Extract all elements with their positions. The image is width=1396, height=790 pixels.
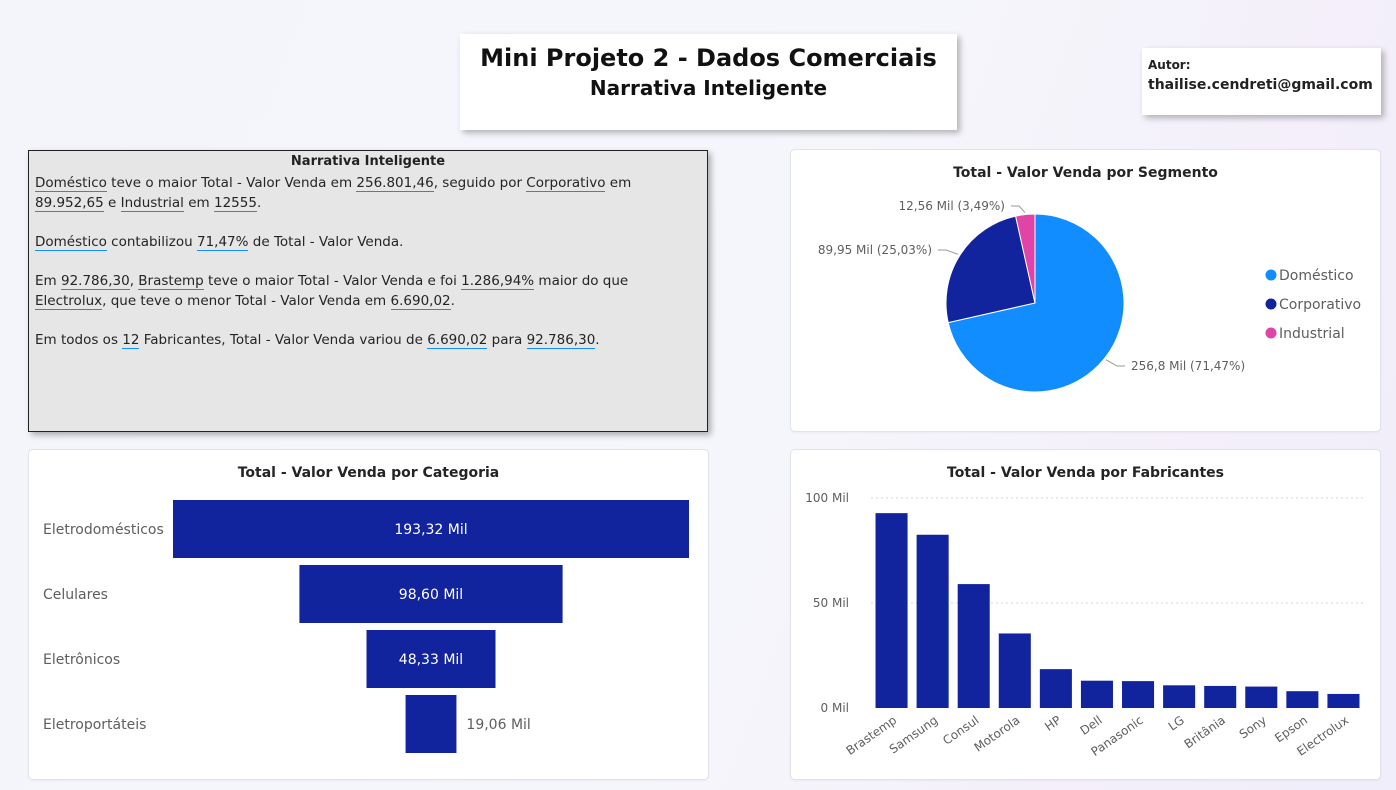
narrative-text-run: de Total - Valor Venda. — [248, 234, 404, 250]
author-email: thailise.cendreti@gmail.com — [1148, 77, 1373, 93]
narrative-value: Doméstico — [35, 175, 107, 192]
narrative-value: 6.690,02 — [390, 293, 451, 310]
pie-data-label: 256,8 Mil (71,47%) — [1131, 359, 1245, 373]
legend-item: Industrial — [1279, 326, 1345, 342]
manufacturer-bar-card[interactable]: Total - Valor Venda por Fabricantes 0 Mi… — [791, 450, 1380, 779]
narrative-value: Corporativo — [526, 175, 606, 192]
narrative-value: 12 — [122, 332, 140, 349]
pie-data-label: 12,56 Mil (3,49%) — [899, 199, 1006, 213]
narrative-text-run: teve o maior Total - Valor Venda e foi — [203, 273, 462, 289]
narrative-text-run: , — [129, 273, 139, 289]
funnel-data-label: 98,60 Mil — [399, 587, 463, 603]
category-funnel-chart[interactable]: Eletrodomésticos 193,32 Mil Celulares 98,60… — [29, 450, 708, 779]
narrative-text: Doméstico teve o maior Total - Valor Ven… — [29, 169, 707, 350]
bar — [1163, 685, 1196, 708]
narrative-text-run: em — [183, 195, 214, 211]
author-label: Autor: — [1148, 58, 1191, 72]
narrative-text-run: maior do que — [534, 273, 629, 289]
report-title: Mini Projeto 2 - Dados Comerciais — [480, 44, 937, 72]
pie-leader-line — [1105, 359, 1125, 367]
bar — [875, 513, 908, 708]
bar — [998, 633, 1031, 708]
bar — [1122, 681, 1155, 708]
narrative-text-run: , seguido por — [433, 175, 527, 191]
narrative-text-run: em — [605, 175, 632, 191]
bar — [1327, 693, 1360, 708]
narrative-text-run: Em todos os — [35, 332, 123, 348]
funnel-data-label: 48,33 Mil — [399, 652, 463, 668]
report-title-box: Mini Projeto 2 - Dados Comerciais Narrat… — [460, 34, 957, 130]
narrative-value: Doméstico — [35, 234, 107, 251]
legend-item: Corporativo — [1279, 297, 1361, 313]
y-tick-label: 100 Mil — [805, 491, 849, 505]
narrative-value: Industrial — [120, 195, 184, 212]
narrative-value: 89.952,65 — [35, 195, 104, 212]
x-tick-label: Dell — [1078, 713, 1105, 738]
legend-marker — [1265, 298, 1277, 310]
x-tick-label: Motorola — [972, 713, 1023, 755]
funnel-data-label: 19,06 Mil — [466, 717, 530, 733]
narrative-value: 1.286,94% — [461, 273, 535, 290]
narrative-text-run: Em — [35, 273, 61, 289]
pie-data-label: 89,95 Mil (25,03%) — [818, 243, 932, 257]
narrative-value: Electrolux — [35, 293, 103, 310]
narrative-text-run: contabilizou — [106, 234, 197, 250]
x-tick-label: Britânia — [1182, 713, 1228, 751]
author-box: Autor: thailise.cendreti@gmail.com — [1142, 48, 1381, 115]
narrative-text-run: . — [595, 332, 600, 348]
narrative-value: 256.801,46 — [356, 175, 434, 192]
smart-narrative-visual[interactable]: Narrativa Inteligente Doméstico teve o m… — [28, 150, 708, 432]
x-tick-label: Sony — [1237, 713, 1269, 741]
legend-item: Doméstico — [1279, 268, 1354, 284]
narrative-value: 92.786,30 — [526, 332, 596, 349]
narrative-paragraph: Doméstico contabilizou 71,47% de Total -… — [35, 232, 701, 252]
narrative-text-run: Fabricantes, Total - Valor Venda variou … — [139, 332, 428, 348]
bar — [1080, 680, 1113, 708]
y-tick-label: 0 Mil — [821, 701, 849, 715]
x-tick-label: HP — [1042, 713, 1063, 734]
bar — [916, 534, 949, 708]
narrative-text-run: . — [450, 293, 455, 309]
legend-marker — [1265, 269, 1277, 281]
bar — [1245, 686, 1278, 708]
manufacturer-bar-chart[interactable]: 0 Mil50 Mil100 MilBrastempSamsung ConsulM… — [791, 450, 1380, 779]
narrative-text-run: . — [256, 195, 262, 211]
narrative-value: 6.690,02 — [427, 332, 488, 349]
narrative-text-run: para — [487, 332, 527, 348]
legend-marker — [1265, 327, 1277, 339]
segment-pie-card[interactable]: Total - Valor Venda por Segmento 256,8 M… — [791, 150, 1380, 431]
bar — [957, 584, 990, 708]
category-funnel-card[interactable]: Total - Valor Venda por Categoria Eletro… — [29, 450, 708, 779]
narrative-value: 71,47% — [197, 234, 249, 251]
bar — [1039, 669, 1072, 708]
narrative-value: 12555 — [213, 195, 257, 212]
bar — [1286, 691, 1319, 708]
bar — [1204, 685, 1237, 708]
funnel-bar — [405, 695, 457, 753]
funnel-category-label: Eletroportáteis — [43, 717, 146, 733]
report-subtitle: Narrativa Inteligente — [589, 76, 828, 100]
y-tick-label: 50 Mil — [813, 596, 849, 610]
narrative-value: Brastemp — [138, 273, 204, 290]
narrative-title: Narrativa Inteligente — [290, 154, 446, 169]
narrative-text-run: , que teve o menor Total - Valor Venda e… — [102, 293, 391, 309]
pie-leader-line — [1011, 205, 1026, 213]
funnel-data-label: 193,32 Mil — [394, 522, 467, 538]
funnel-category-label: Eletrodomésticos — [43, 522, 164, 538]
pie-leader-line — [938, 249, 959, 255]
narrative-paragraph: Doméstico teve o maior Total - Valor Ven… — [35, 173, 701, 213]
funnel-category-label: Celulares — [43, 587, 108, 603]
x-tick-label: LG — [1166, 713, 1187, 734]
segment-pie-chart[interactable]: 256,8 Mil (71,47%) 89,95 Mil (25,03%) 12,5… — [791, 150, 1380, 431]
narrative-text-run: e — [103, 195, 121, 211]
narrative-text-run: teve o maior Total - Valor Venda em — [106, 175, 357, 191]
narrative-paragraph: Em todos os 12 Fabricantes, Total - Valo… — [35, 330, 701, 350]
narrative-value: 92.786,30 — [60, 273, 130, 290]
narrative-paragraph: Em 92.786,30, Brastemp teve o maior Tota… — [35, 271, 701, 311]
funnel-category-label: Eletrônicos — [43, 652, 120, 668]
